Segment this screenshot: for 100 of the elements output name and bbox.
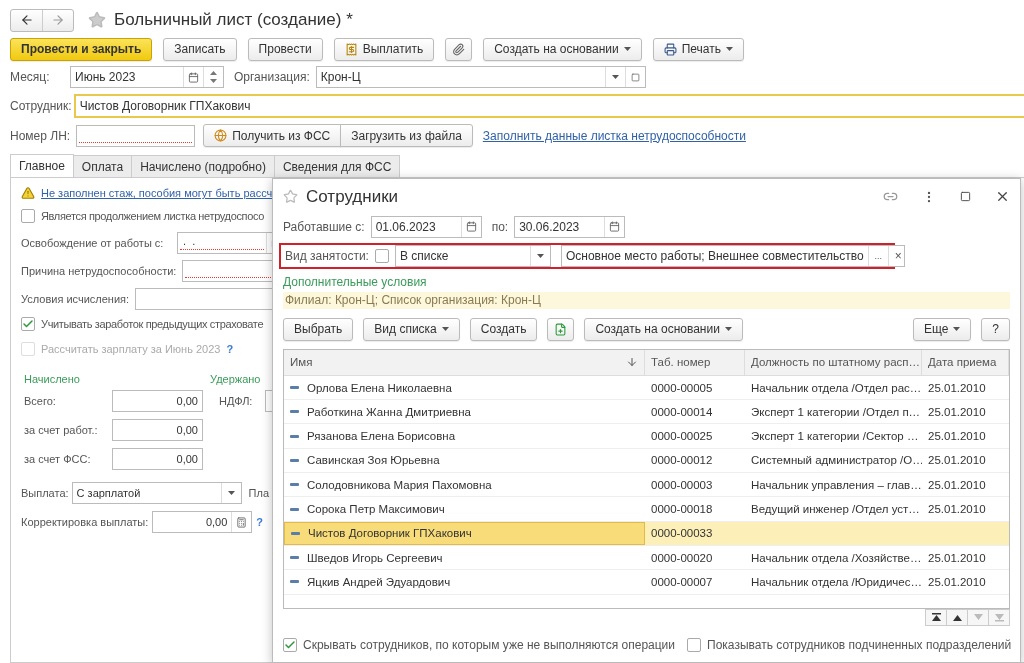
table-cell-text: 0000-00018 (650, 502, 714, 517)
field-label: Выплата: (21, 487, 69, 499)
menu-button[interactable]: Создать на основании (483, 37, 642, 61)
open-icon (630, 72, 640, 82)
employment-type-field[interactable]: Основное место работы; Внешнее совместительство ... × (560, 244, 905, 267)
star-icon (88, 11, 106, 29)
payment-field[interactable]: С зарплатой (71, 482, 242, 504)
spinner-icon[interactable] (210, 70, 217, 84)
date-from-field[interactable]: 01.06.2023 (370, 215, 482, 238)
fill-data-link[interactable]: Заполнить данные листка нетрудоспособности (482, 128, 746, 143)
checkbox[interactable] (21, 317, 35, 331)
table-cell-text: 0000-00007 (650, 574, 714, 590)
attach-button[interactable] (445, 37, 473, 61)
post-and-close-button[interactable]: Провести и закрыть (10, 37, 153, 61)
checkbox[interactable] (374, 248, 389, 263)
table-cell-text: Начальник управления – глав… (750, 477, 922, 493)
tab[interactable]: Оплата (72, 155, 133, 177)
date-to-field[interactable]: 30.06.2023 (514, 215, 626, 238)
receipt-icon (344, 42, 358, 56)
checkbox[interactable] (21, 209, 35, 223)
table-cell-text: 25.01.2010 (927, 574, 987, 590)
toolbar-button[interactable]: Создать (469, 317, 538, 341)
pay-button[interactable]: Выплатить (333, 37, 435, 61)
first-button[interactable] (925, 609, 947, 627)
field-label: Вид занятости: (285, 248, 369, 263)
tab[interactable]: Сведения для ФСС (273, 155, 401, 177)
print-button[interactable]: Печать (652, 37, 744, 61)
tab[interactable]: Главное (10, 154, 74, 177)
sick-note-number-field[interactable] (76, 124, 196, 147)
menu-button[interactable]: Еще (912, 317, 972, 341)
caret-icon (441, 327, 449, 332)
column-header[interactable]: Имя (284, 349, 645, 375)
extra-conditions-link[interactable]: Дополнительные условия (283, 274, 427, 289)
item-icon (290, 410, 299, 414)
choose-button[interactable]: ... (867, 245, 888, 266)
name-cell: Чистов Договорник ГПХакович (284, 521, 645, 545)
get-from-fss-button[interactable]: Получить из ФСС (203, 124, 342, 147)
table-cell-text: 0000-00012 (650, 453, 714, 469)
month-field[interactable]: Июнь 2023 (70, 66, 224, 88)
table-cell-text: 0000-00020 (650, 550, 714, 566)
printer-icon (663, 42, 677, 56)
window-title: Больничный лист (создание) * (114, 10, 353, 30)
correction-field[interactable]: 0,00 (152, 511, 253, 533)
item-icon (290, 507, 299, 511)
caret-icon (953, 327, 961, 332)
name-cell: Рязанова Елена Борисовна (284, 424, 645, 448)
table-cell-text: Начальник отдела /Отдел рас… (750, 380, 922, 396)
calendar-icon (609, 221, 621, 233)
table-cell-text: 25.01.2010 (927, 502, 987, 517)
dialog-title: Сотрудники (306, 186, 400, 207)
item-icon (290, 580, 299, 584)
table-cell-text: 0000-00005 (650, 380, 714, 396)
field-label: Освобождение от работы с: (21, 237, 165, 249)
amount-field[interactable]: 0,00 (112, 448, 203, 470)
last-button[interactable] (988, 609, 1010, 627)
toolbar-button[interactable]: Записать (163, 37, 237, 61)
checkbox[interactable] (687, 638, 702, 653)
item-icon (291, 531, 300, 535)
organization-field[interactable]: Крон-Ц (315, 66, 646, 88)
field-label: Пла (248, 487, 270, 499)
calendar-icon (188, 71, 199, 83)
checkbox-label: Является продолжением листка нетрудоспосо (41, 210, 264, 222)
up-arrow-icon (930, 613, 942, 623)
table-cell-text: 25.01.2010 (927, 380, 987, 396)
toolbar-button[interactable]: ? (981, 317, 1010, 341)
section-heading: Удержано (210, 373, 261, 385)
forward-icon (51, 13, 65, 27)
table-row[interactable]: Чистов Договорник ГПХакович 0000-00033 (284, 521, 1009, 546)
up-button[interactable] (946, 609, 968, 627)
table-cell-text: 25.01.2010 (927, 404, 987, 420)
name-cell: Сорока Петр Максимович (284, 497, 645, 521)
help-link[interactable]: ? (256, 516, 264, 528)
table-cell-text: 0000-00033 (650, 526, 714, 542)
amount-field[interactable]: 0,00 (112, 390, 203, 412)
field-label: по: (491, 219, 509, 234)
amount-field[interactable]: 0,00 (112, 419, 203, 441)
menu-button[interactable]: Вид списка (363, 317, 460, 341)
copy-button[interactable] (547, 317, 575, 341)
table-cell-text: 0000-00014 (650, 404, 714, 420)
column-header[interactable]: Дата приема (922, 349, 1009, 375)
toolbar-button[interactable]: Провести (247, 37, 323, 61)
name-cell: Шведов Игорь Сергеевич (284, 545, 645, 570)
toolbar-button[interactable]: Выбрать (283, 317, 354, 341)
globe-icon (214, 129, 228, 142)
condition-field[interactable]: В списке (394, 244, 551, 267)
clear-button[interactable]: × (887, 245, 904, 266)
checkbox-label: Скрывать сотрудников, по которым уже не выполняются операции (303, 638, 676, 653)
checkbox[interactable] (283, 638, 297, 653)
field-label: Месяц: (10, 70, 51, 84)
table-cell-text: Начальник отдела /Юридичес… (750, 574, 922, 590)
name-cell: Работкина Жанна Дмитриевна (284, 400, 645, 424)
field-label: Работавшие с: (283, 219, 365, 234)
warning-link[interactable]: Не заполнен стаж, пособия могут быть рассч (41, 187, 273, 199)
down-arrow-icon (993, 613, 1005, 623)
column-header[interactable]: Таб. номер (645, 349, 745, 375)
tab[interactable]: Начислено (подробно) (131, 155, 275, 177)
load-from-file-button[interactable]: Загрузить из файла (340, 124, 473, 147)
menu-button[interactable]: Создать на основании (584, 317, 743, 341)
column-header[interactable]: Должность по штатному расп… (745, 349, 922, 375)
employee-field[interactable]: Чистов Договорник ГПХакович (73, 94, 1024, 118)
